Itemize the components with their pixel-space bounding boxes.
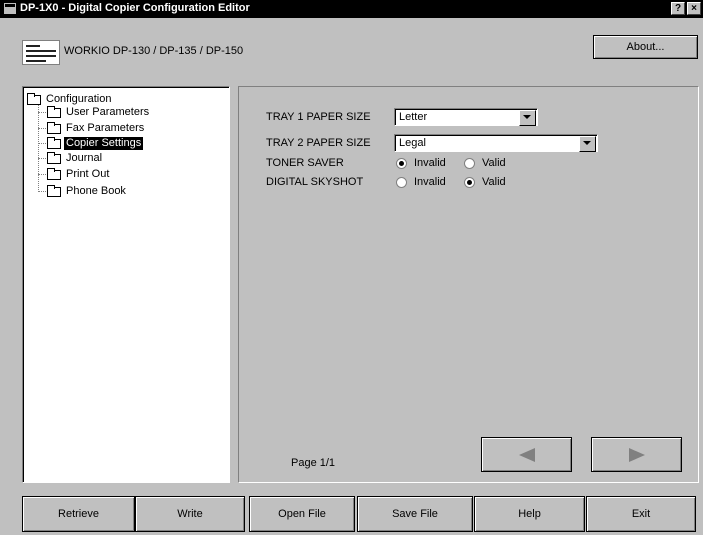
toner-saver-invalid-label[interactable]: Invalid	[414, 157, 446, 169]
help-title-button[interactable]: ?	[671, 2, 685, 15]
tree-item-label: Phone Book	[66, 185, 126, 197]
digital-skyshot-valid-radio[interactable]	[464, 177, 475, 188]
digital-skyshot-label: DIGITAL SKYSHOT	[266, 176, 364, 188]
left-triangle-icon	[519, 448, 535, 462]
app-window-icon	[4, 3, 16, 14]
tray2-paper-size-value: Legal	[399, 137, 426, 149]
window-title: DP-1X0 - Digital Copier Configuration Ed…	[20, 2, 250, 14]
folder-icon	[47, 122, 61, 134]
tray1-paper-size-label: TRAY 1 PAPER SIZE	[266, 111, 371, 123]
retrieve-button[interactable]: Retrieve	[22, 496, 135, 532]
tree-item-label: Fax Parameters	[66, 122, 145, 134]
toner-saver-label: TONER SAVER	[266, 157, 344, 169]
chevron-down-icon[interactable]	[519, 110, 536, 126]
close-title-button[interactable]: ×	[687, 2, 701, 15]
title-bar[interactable]: DP-1X0 - Digital Copier Configuration Ed…	[0, 0, 703, 18]
folder-icon	[47, 152, 61, 164]
tree-item-label: User Parameters	[66, 106, 150, 118]
configuration-tree[interactable]: Configuration User Parameters Fax Parame…	[22, 86, 230, 483]
folder-icon	[47, 185, 61, 197]
tray2-paper-size-select[interactable]: Legal	[394, 134, 598, 152]
chevron-down-icon[interactable]	[579, 136, 596, 152]
toner-saver-invalid-radio[interactable]	[396, 158, 407, 169]
tray2-paper-size-label: TRAY 2 PAPER SIZE	[266, 137, 371, 149]
open-file-button[interactable]: Open File	[249, 496, 355, 532]
digital-skyshot-invalid-label[interactable]: Invalid	[414, 176, 446, 188]
toner-saver-valid-label[interactable]: Valid	[482, 157, 506, 169]
tray1-paper-size-select[interactable]: Letter	[394, 108, 538, 126]
next-page-button[interactable]	[591, 437, 682, 472]
product-name: WORKIO DP-130 / DP-135 / DP-150	[64, 45, 244, 57]
save-file-button[interactable]: Save File	[357, 496, 473, 532]
page-indicator: Page 1/1	[291, 457, 336, 469]
open-folder-icon	[47, 137, 61, 149]
toner-saver-valid-radio[interactable]	[464, 158, 475, 169]
digital-skyshot-invalid-radio[interactable]	[396, 177, 407, 188]
tray1-paper-size-value: Letter	[399, 111, 428, 123]
previous-page-button[interactable]	[481, 437, 572, 472]
tree-item-label: Journal	[66, 152, 103, 164]
folder-icon	[47, 168, 61, 180]
right-triangle-icon	[629, 448, 645, 462]
exit-button[interactable]: Exit	[586, 496, 696, 532]
tree-item-label: Print Out	[66, 168, 110, 180]
digital-skyshot-valid-label[interactable]: Valid	[482, 176, 506, 188]
write-button[interactable]: Write	[135, 496, 245, 532]
help-button[interactable]: Help	[474, 496, 585, 532]
folder-icon	[47, 106, 61, 118]
tree-item-label: Configuration	[46, 93, 112, 105]
copier-logo-icon	[22, 40, 60, 65]
about-button[interactable]: About...	[593, 35, 698, 59]
tree-item-label: Copier Settings	[64, 137, 144, 150]
folder-icon	[27, 93, 41, 105]
